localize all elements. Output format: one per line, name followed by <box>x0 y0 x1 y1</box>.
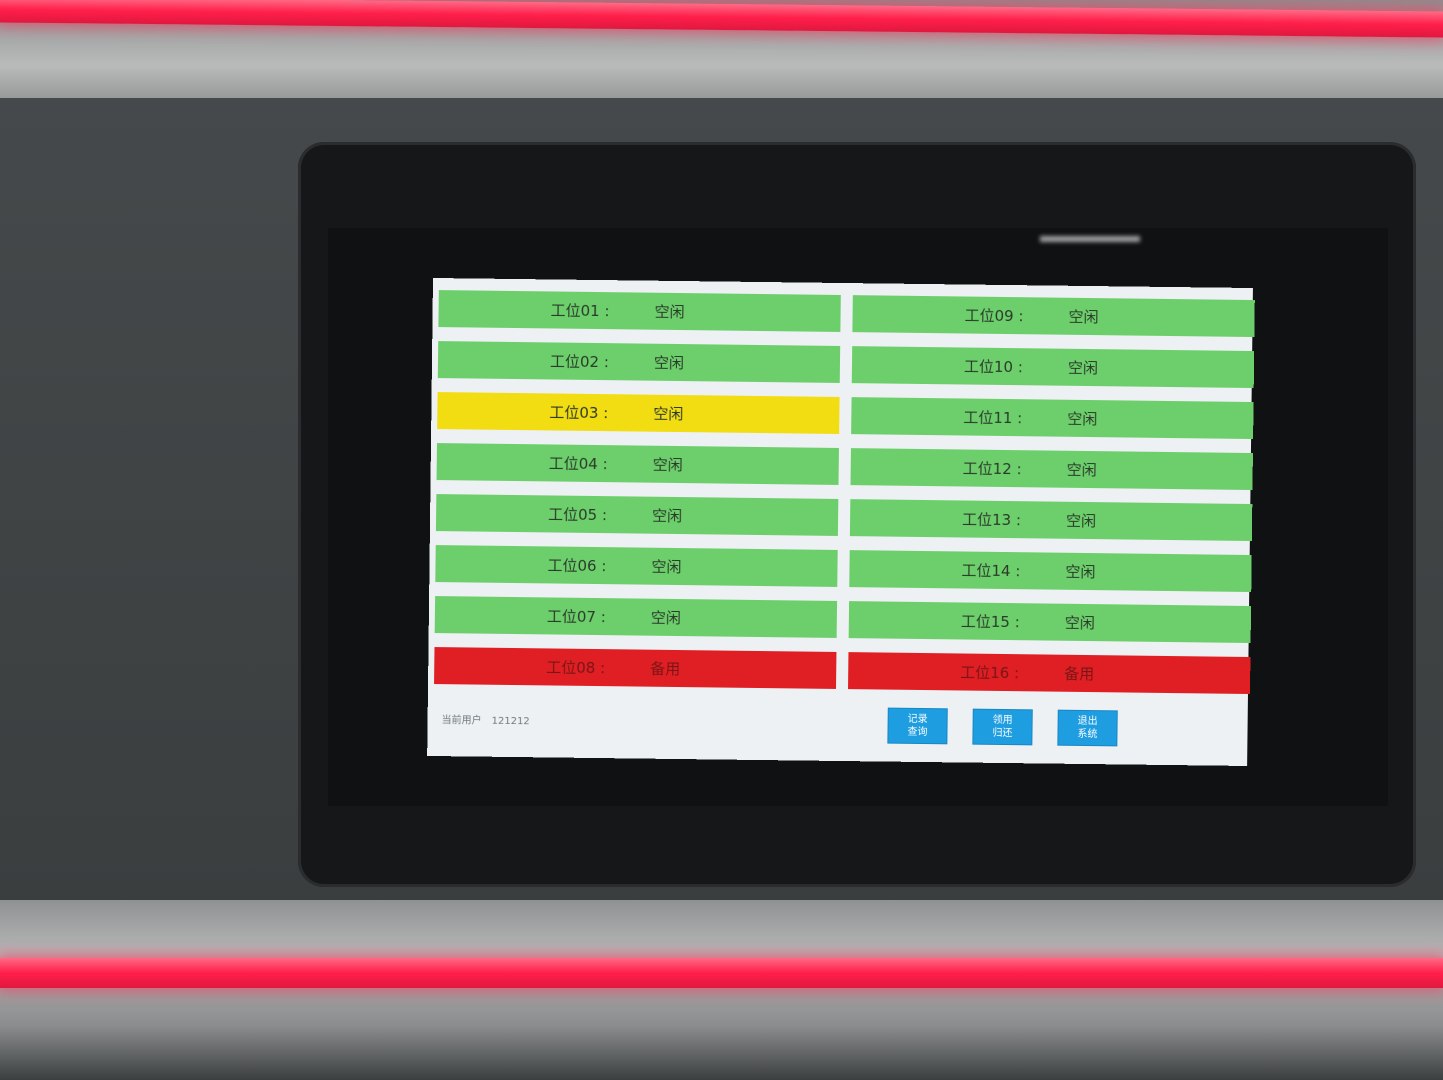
station-name: 工位16 : <box>960 663 1020 683</box>
exit-system-button[interactable]: 退出 系统 <box>1057 709 1118 747</box>
station-name: 工位12 : <box>962 459 1022 479</box>
station-name: 工位08 : <box>546 658 606 678</box>
hmi-screen: 工位01 : 空闲 工位02 : 空闲 工位03 : 空闲 工位04 : 空闲 工位05 : 空闲… <box>427 278 1255 766</box>
station-status: 空闲 <box>651 557 682 577</box>
station-status: 空闲 <box>654 302 685 322</box>
station-row[interactable]: 工位04 : 空闲 <box>436 443 839 485</box>
station-column-right: 工位09 : 空闲 工位10 : 空闲 工位11 : 空闲 工位12 : 空闲 工位13 : 空闲… <box>848 295 1255 700</box>
station-status: 空闲 <box>1064 613 1095 633</box>
station-status: 空闲 <box>1067 358 1099 378</box>
station-row[interactable]: 工位01 : 空闲 <box>438 290 841 332</box>
station-row[interactable]: 工位09 : 空闲 <box>852 295 1255 338</box>
station-row[interactable]: 工位07 : 空闲 <box>434 596 838 638</box>
current-user-info: 当前用户 121212 <box>442 711 540 727</box>
station-status: 空闲 <box>1068 307 1099 327</box>
station-name: 工位02 : <box>549 352 610 372</box>
station-status: 空闲 <box>1065 562 1096 582</box>
records-query-line1: 记录 <box>907 713 928 726</box>
red-led-strip-bottom <box>0 958 1443 988</box>
station-row[interactable]: 工位15 : 空闲 <box>848 601 1252 644</box>
station-status: 空闲 <box>1066 460 1097 480</box>
station-name: 工位13 : <box>961 510 1022 530</box>
records-query-button[interactable]: 记录 查询 <box>887 707 948 745</box>
station-status: 空闲 <box>1065 511 1097 531</box>
station-name: 工位09 : <box>964 306 1024 326</box>
borrow-return-line2: 归还 <box>992 727 1013 740</box>
station-grid: 工位01 : 空闲 工位02 : 空闲 工位03 : 空闲 工位04 : 空闲 工位05 : 空闲… <box>434 290 1255 700</box>
current-user-label: 当前用户 <box>441 715 482 727</box>
current-user-value: 121212 <box>491 715 530 728</box>
station-status: 备用 <box>650 659 681 679</box>
station-status: 空闲 <box>652 506 683 526</box>
station-name: 工位03 : <box>549 403 609 423</box>
station-name: 工位07 : <box>546 607 606 627</box>
station-row[interactable]: 工位02 : 空闲 <box>437 341 841 383</box>
screen-glare <box>1040 236 1140 242</box>
station-status: 空闲 <box>1067 409 1098 429</box>
station-name: 工位10 : <box>963 357 1023 377</box>
station-name: 工位06 : <box>547 556 607 576</box>
records-query-line2: 查询 <box>907 726 928 739</box>
station-row[interactable]: 工位05 : 空闲 <box>435 494 839 536</box>
station-name: 工位15 : <box>960 612 1020 632</box>
station-name: 工位11 : <box>963 408 1023 428</box>
station-row[interactable]: 工位06 : 空闲 <box>435 545 838 587</box>
station-row[interactable]: 工位13 : 空闲 <box>849 499 1253 542</box>
borrow-return-line1: 领用 <box>992 714 1013 727</box>
station-row[interactable]: 工位16 : 备用 <box>848 652 1251 695</box>
exit-system-line2: 系统 <box>1077 728 1098 741</box>
station-row[interactable]: 工位08 : 备用 <box>434 647 837 689</box>
station-row[interactable]: 工位03 : 空闲 <box>437 392 840 434</box>
borrow-return-button[interactable]: 领用 归还 <box>972 708 1033 746</box>
station-status: 空闲 <box>652 455 683 475</box>
station-status: 空闲 <box>653 353 685 373</box>
station-name: 工位04 : <box>548 454 608 474</box>
station-status: 空闲 <box>650 608 681 628</box>
station-status: 备用 <box>1064 664 1095 684</box>
station-name: 工位01 : <box>550 301 610 321</box>
station-row[interactable]: 工位11 : 空闲 <box>851 397 1254 440</box>
station-row[interactable]: 工位10 : 空闲 <box>851 346 1255 389</box>
station-row[interactable]: 工位14 : 空闲 <box>849 550 1252 593</box>
cabinet-bottom-frame <box>0 900 1443 1080</box>
station-name: 工位05 : <box>548 505 608 525</box>
station-name: 工位14 : <box>961 561 1021 581</box>
station-status: 空闲 <box>653 404 684 424</box>
exit-system-line1: 退出 <box>1077 715 1098 728</box>
station-row[interactable]: 工位12 : 空闲 <box>850 448 1253 491</box>
station-column-left: 工位01 : 空闲 工位02 : 空闲 工位03 : 空闲 工位04 : 空闲 工位05 : 空闲… <box>434 290 841 695</box>
